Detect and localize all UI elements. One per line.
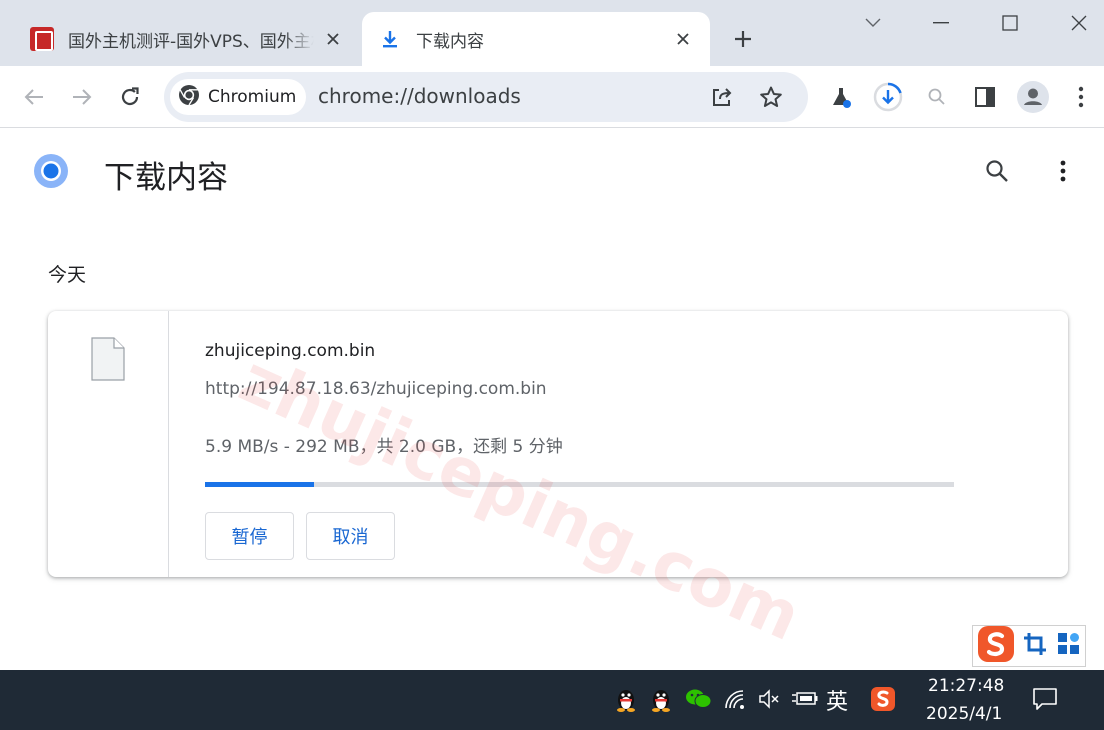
tab-title: 下载内容 — [416, 31, 484, 52]
chromium-logo-icon — [32, 152, 70, 194]
site-chip-label: Chromium — [208, 87, 297, 107]
clock-time[interactable]: 21:27:48 — [928, 676, 1004, 696]
bookmark-star-icon[interactable] — [755, 81, 787, 113]
tab-downloads[interactable]: 下载内容 — [362, 12, 710, 66]
volume-muted-icon[interactable] — [754, 684, 784, 714]
date-section-label: 今天 — [48, 264, 87, 286]
url-text[interactable]: chrome://downloads — [318, 84, 521, 108]
file-name-link[interactable]: zhujiceping.com.bin — [205, 341, 375, 361]
tab-title: 国外主机测评-国外VPS、国外主机 — [68, 31, 314, 52]
sogou-logo-icon[interactable] — [977, 625, 1015, 667]
file-source-url[interactable]: http://194.87.18.63/zhujiceping.com.bin — [205, 379, 547, 399]
maximize-button[interactable] — [987, 6, 1033, 40]
chromium-icon — [178, 84, 200, 110]
site-chip[interactable]: Chromium — [170, 79, 306, 115]
back-button[interactable] — [17, 80, 51, 114]
pause-button[interactable]: 暂停 — [205, 512, 294, 560]
ime-language-indicator[interactable]: 英 — [826, 684, 848, 716]
close-window-button[interactable] — [1056, 6, 1102, 40]
minimize-button[interactable] — [918, 6, 964, 40]
notification-center-icon[interactable] — [1030, 684, 1060, 714]
download-progress-fill — [205, 482, 315, 487]
ime-floating-toolbar — [972, 625, 1086, 667]
side-panel-icon[interactable] — [968, 80, 1002, 114]
tab-zhujiceping[interactable]: 国外主机测评-国外VPS、国外主机 — [16, 12, 360, 66]
site-seal-icon — [30, 27, 54, 51]
download-icon — [378, 27, 402, 51]
download-progress-bar — [205, 482, 954, 487]
page-title: 下载内容 — [104, 160, 228, 196]
search-downloads-icon[interactable] — [980, 154, 1014, 188]
close-tab-icon[interactable] — [670, 26, 696, 52]
labs-flask-icon[interactable] — [824, 80, 858, 114]
zoom-icon[interactable] — [920, 80, 954, 114]
tab-strip: 国外主机测评-国外VPS、国外主机 下载内容 — [0, 0, 1104, 66]
browser-menu-icon[interactable] — [1064, 80, 1098, 114]
browser-toolbar: Chromium chrome://downloads — [0, 66, 1104, 128]
share-icon[interactable] — [706, 81, 738, 113]
wifi-icon[interactable] — [720, 684, 750, 714]
downloads-header: 下载内容 — [0, 128, 1104, 218]
download-item-card: zhujiceping.com.bin http://194.87.18.63/… — [48, 311, 1068, 577]
cancel-button[interactable]: 取消 — [306, 512, 395, 560]
crop-icon[interactable] — [1023, 632, 1047, 660]
file-icon-column — [48, 311, 169, 577]
downloads-menu-icon[interactable] — [1046, 154, 1080, 188]
windows-taskbar: 英 21:27:48 2025/4/1 — [0, 670, 1104, 730]
download-status-text: 5.9 MB/s - 292 MB，共 2.0 GB，还剩 5 分钟 — [205, 437, 563, 457]
omnibox[interactable]: Chromium chrome://downloads — [164, 72, 808, 122]
new-tab-button[interactable] — [728, 24, 758, 54]
downloads-progress-icon[interactable] — [871, 80, 905, 114]
toolbox-grid-icon[interactable] — [1057, 632, 1081, 660]
reload-button[interactable] — [113, 80, 147, 114]
profile-avatar-icon[interactable] — [1016, 80, 1050, 114]
forward-button[interactable] — [65, 80, 99, 114]
qq-penguin-icon[interactable] — [611, 684, 641, 714]
tab-search-chevron-icon[interactable] — [850, 6, 896, 40]
sogou-tray-icon[interactable] — [868, 684, 898, 714]
clock-date[interactable]: 2025/4/1 — [926, 704, 1002, 724]
wechat-icon[interactable] — [684, 684, 714, 714]
file-icon — [91, 337, 125, 385]
close-tab-icon[interactable] — [320, 26, 346, 52]
battery-plug-icon[interactable] — [790, 684, 820, 714]
qq-penguin-icon-2[interactable] — [646, 684, 676, 714]
